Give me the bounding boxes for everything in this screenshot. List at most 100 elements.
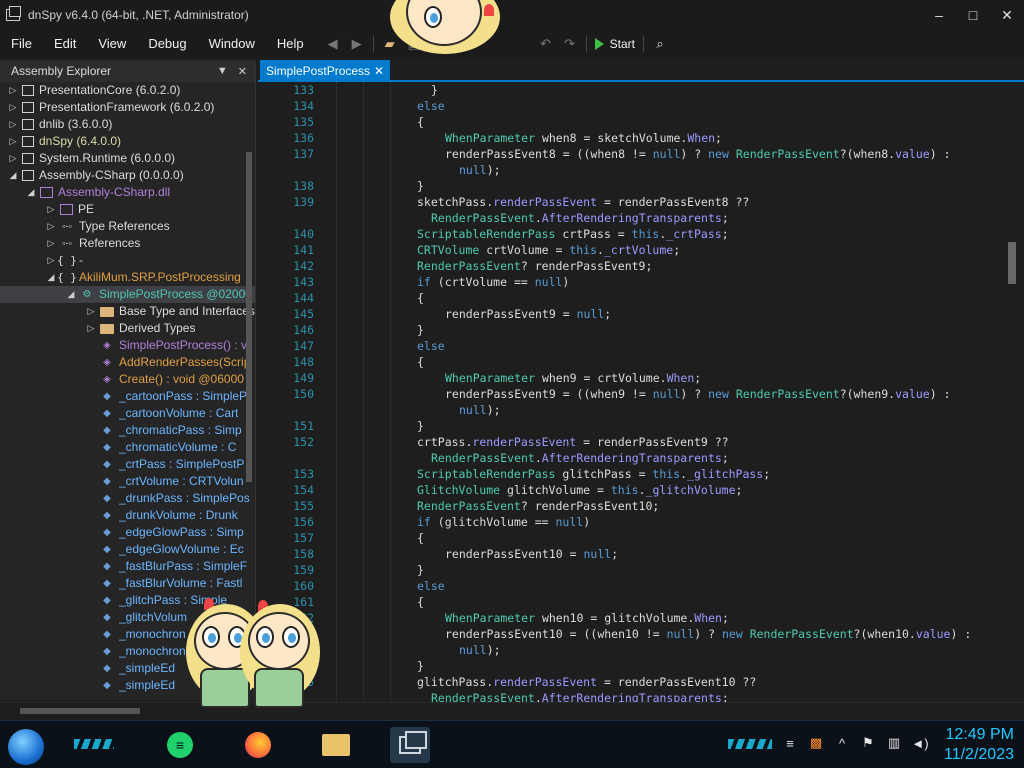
maximize-button[interactable]: □ xyxy=(956,0,990,30)
tree-scrollbar-thumb[interactable] xyxy=(246,152,252,482)
horizontal-scrollbar[interactable] xyxy=(0,702,1024,720)
code-line[interactable]: null); xyxy=(258,162,998,178)
code-line[interactable]: 140 ScriptableRenderPass crtPass = this._… xyxy=(258,226,998,242)
menu-debug[interactable]: Debug xyxy=(137,35,197,53)
tree-item[interactable]: ◆ _chromaticPass : Simp xyxy=(0,422,255,439)
expand-toggle-icon[interactable]: ▷ xyxy=(8,99,18,116)
code-line[interactable]: 151} xyxy=(258,418,998,434)
back-icon[interactable]: ◀ xyxy=(325,36,341,52)
tree-item[interactable]: ◆ _fastBlurPass : SimpleF xyxy=(0,558,255,575)
code-line[interactable]: 149 WhenParameter when9 = crtVolume.When; xyxy=(258,370,998,386)
code-line[interactable]: 157 { xyxy=(258,530,998,546)
expand-toggle-icon[interactable]: ▷ xyxy=(86,320,96,337)
code-editor[interactable]: 133} 134 else 135{136 WhenParameter when8 = … xyxy=(258,82,1010,704)
code-line[interactable]: null); xyxy=(258,642,998,658)
taskbar-file-explorer[interactable] xyxy=(316,727,356,763)
code-line[interactable]: 147 else xyxy=(258,338,998,354)
tree-item[interactable]: ◆ _edgeGlowVolume : Ec xyxy=(0,541,255,558)
code-line[interactable]: 159} xyxy=(258,562,998,578)
tree-item[interactable]: ◆ _crtVolume : CRTVolun xyxy=(0,473,255,490)
code-line[interactable]: 154 GlitchVolume glitchVolume = this._gli… xyxy=(258,482,998,498)
code-line[interactable]: 150 renderPassEvent9 = ((when9 != null) ?… xyxy=(258,386,998,402)
network-icon[interactable]: ▥ xyxy=(886,735,902,751)
expand-toggle-icon[interactable]: ▷ xyxy=(46,252,56,269)
code-line[interactable]: 133} xyxy=(258,82,998,98)
expand-toggle-icon[interactable]: ▷ xyxy=(8,133,18,150)
tree-item[interactable]: ◈ Create() : void @06000 xyxy=(0,371,255,388)
tree-item[interactable]: ▷ ▫-▫ Type References xyxy=(0,218,255,235)
start-orb-icon[interactable] xyxy=(8,729,44,765)
code-line[interactable]: 162WhenParameter when10 = glitchVolume.W… xyxy=(258,610,998,626)
tree-item[interactable]: ▷ ▫-▫ References xyxy=(0,235,255,252)
expand-toggle-icon[interactable]: ▷ xyxy=(46,235,56,252)
volume-icon[interactable]: ◄) xyxy=(911,735,928,751)
tree-item[interactable]: ▷ Base Type and Interfaces xyxy=(0,303,255,320)
panel-close-icon[interactable]: ✕ xyxy=(238,65,247,78)
expand-toggle-icon[interactable]: ▷ xyxy=(46,201,56,218)
start-debugging-button[interactable]: Start xyxy=(594,37,635,51)
expand-toggle-icon[interactable]: ▷ xyxy=(86,303,96,320)
tree-item[interactable]: ◆ _crtPass : SimplePostP xyxy=(0,456,255,473)
tree-item[interactable]: ◢ Assembly-CSharp (0.0.0.0) xyxy=(0,167,255,184)
taskbar-chat-app[interactable]: ≡ xyxy=(160,727,200,763)
code-line[interactable]: 137 renderPassEvent8 = ((when8 != null) ?… xyxy=(258,146,998,162)
tree-scrollbar[interactable] xyxy=(245,82,253,502)
search-icon[interactable]: ⌕ xyxy=(652,36,668,52)
app-tray-icon[interactable]: ▩ xyxy=(808,735,824,751)
tree-item[interactable]: ◆ _drunkPass : SimplePos xyxy=(0,490,255,507)
tree-item[interactable]: ◈ AddRenderPasses(Scrip xyxy=(0,354,255,371)
code-line[interactable]: 161{ xyxy=(258,594,998,610)
tree-item[interactable]: ▷ dnlib (3.6.0.0) xyxy=(0,116,255,133)
code-line[interactable]: 142 RenderPassEvent? renderPassEvent9; xyxy=(258,258,998,274)
code-line[interactable]: 138} xyxy=(258,178,998,194)
tree-item[interactable]: ▷ PE xyxy=(0,201,255,218)
taskbar-clock[interactable]: 12:49 PM 11/2/2023 xyxy=(944,725,1014,765)
menu-help[interactable]: Help xyxy=(266,35,315,53)
tree-item[interactable]: ▷{ } - xyxy=(0,252,255,269)
code-line[interactable]: 146} xyxy=(258,322,998,338)
code-line[interactable]: 143 if (crtVolume == null) xyxy=(258,274,998,290)
code-line[interactable]: 164} xyxy=(258,658,998,674)
dnspy-app-icon[interactable] xyxy=(6,6,21,21)
code-line[interactable]: 156 if (glitchVolume == null) xyxy=(258,514,998,530)
code-line[interactable]: 134 else xyxy=(258,98,998,114)
code-line[interactable]: 155 RenderPassEvent? renderPassEvent10; xyxy=(258,498,998,514)
tree-item[interactable]: ◈ SimplePostProcess() : v xyxy=(0,337,255,354)
code-line[interactable]: RenderPassEvent.AfterRenderingTransparen… xyxy=(258,210,998,226)
show-desktop-icon[interactable]: ≡ xyxy=(782,735,798,751)
expand-toggle-icon[interactable]: ◢ xyxy=(46,269,56,286)
code-line[interactable]: RenderPassEvent.AfterRenderingTransparen… xyxy=(258,450,998,466)
expand-toggle-icon[interactable]: ◢ xyxy=(26,184,36,201)
horizontal-scrollbar-thumb[interactable] xyxy=(20,708,140,714)
menu-view[interactable]: View xyxy=(87,35,137,53)
expand-toggle-icon[interactable]: ▷ xyxy=(8,82,18,99)
code-line[interactable]: 141 CRTVolume crtVolume = this._crtVolume… xyxy=(258,242,998,258)
close-button[interactable]: ✕ xyxy=(990,0,1024,30)
flag-icon[interactable]: ⚑ xyxy=(860,735,876,751)
tab-close-icon[interactable]: ✕ xyxy=(374,64,384,78)
panel-dropdown-icon[interactable]: ▼ xyxy=(217,65,228,78)
menu-window[interactable]: Window xyxy=(198,35,266,53)
code-line[interactable]: 145 renderPassEvent9 = null; xyxy=(258,306,998,322)
code-line[interactable]: 136 WhenParameter when8 = sketchVolume.Wh… xyxy=(258,130,998,146)
redo-icon[interactable]: ↷ xyxy=(562,36,578,52)
tree-item[interactable]: ◆ _fastBlurVolume : Fastl xyxy=(0,575,255,592)
tree-item[interactable]: ◆ _cartoonPass : SimpleP xyxy=(0,388,255,405)
tab-simplepostprocess[interactable]: SimplePostProcess ✕ xyxy=(260,60,390,82)
forward-icon[interactable]: ▶ xyxy=(349,36,365,52)
expand-toggle-icon[interactable]: ▷ xyxy=(8,116,18,133)
tree-item[interactable]: ▷ System.Runtime (6.0.0.0) xyxy=(0,150,255,167)
taskbar-firefox[interactable] xyxy=(238,727,278,763)
tree-item[interactable]: ▷ PresentationFramework (6.0.2.0) xyxy=(0,99,255,116)
code-line[interactable]: 139 sketchPass.renderPassEvent = renderPa… xyxy=(258,194,998,210)
code-line[interactable]: 160 else xyxy=(258,578,998,594)
code-line[interactable]: null); xyxy=(258,402,998,418)
tree-item[interactable]: ▷ Derived Types xyxy=(0,320,255,337)
taskbar-dnspy[interactable] xyxy=(390,727,430,763)
expand-toggle-icon[interactable]: ▷ xyxy=(46,218,56,235)
expand-toggle-icon[interactable]: ◢ xyxy=(66,286,76,303)
code-line[interactable]: 153 ScriptableRenderPass glitchPass = thi… xyxy=(258,466,998,482)
code-line[interactable]: 144 { xyxy=(258,290,998,306)
code-line[interactable]: 148 { xyxy=(258,354,998,370)
editor-scrollbar-thumb[interactable] xyxy=(1008,242,1016,284)
